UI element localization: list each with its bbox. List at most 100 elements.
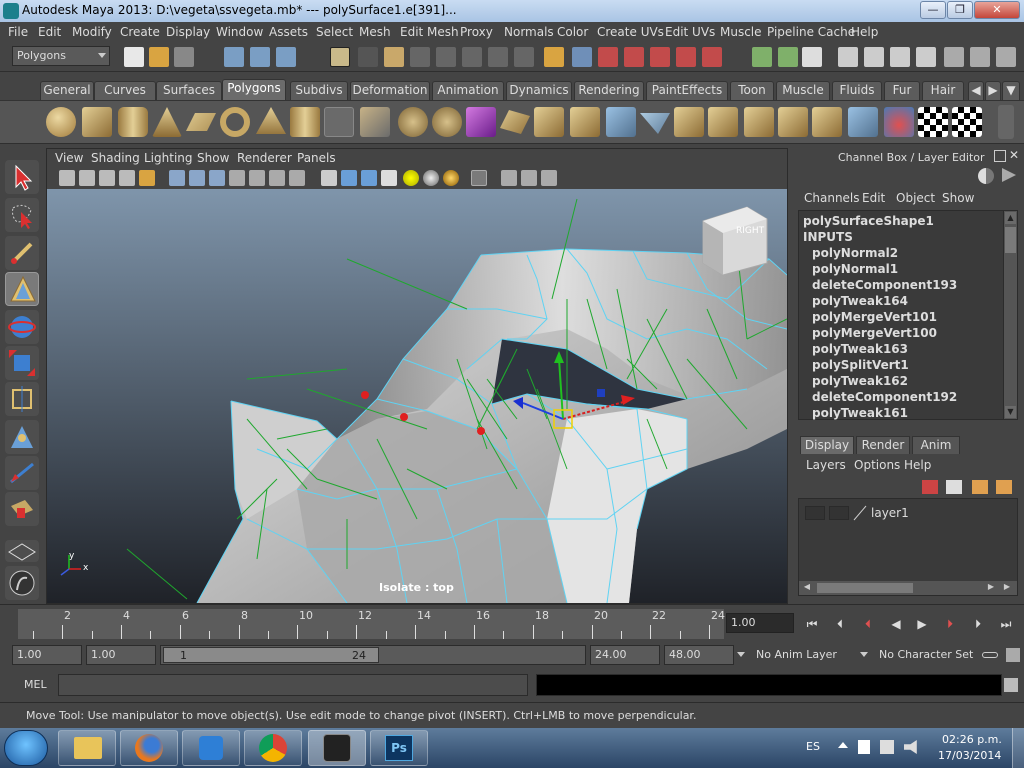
snap-point-icon[interactable] xyxy=(624,47,644,67)
playback-range-bar[interactable]: 1 24 xyxy=(160,645,586,665)
taskbar-chrome[interactable] xyxy=(244,730,302,766)
select-camera-icon[interactable] xyxy=(59,170,75,186)
tab-toon[interactable]: Toon xyxy=(730,81,774,100)
taskbar-explorer[interactable] xyxy=(58,730,116,766)
poly-pipe-icon[interactable] xyxy=(290,107,320,137)
menu-help[interactable]: Help xyxy=(851,25,878,39)
image-plane-icon[interactable] xyxy=(119,170,135,186)
menu-muscle[interactable]: Muscle xyxy=(720,25,762,39)
scale-tool-icon[interactable] xyxy=(5,346,39,380)
step-back-frame-icon[interactable]: ⏴ xyxy=(832,617,848,631)
animation-end-field[interactable]: 48.00 xyxy=(664,645,734,665)
layer-visibility-toggle[interactable] xyxy=(805,506,825,520)
show-desktop-button[interactable] xyxy=(1012,728,1024,768)
bevel-icon[interactable] xyxy=(812,107,842,137)
history-toggle-icon[interactable] xyxy=(802,47,822,67)
select-by-edge-icon[interactable] xyxy=(384,47,404,67)
mel-label[interactable]: MEL xyxy=(24,678,47,691)
cb-menu-object[interactable]: Object xyxy=(896,191,935,205)
shelf-options-icon[interactable] xyxy=(998,105,1014,139)
viewport-menu-shading[interactable]: Shading xyxy=(91,151,140,165)
tab-subdivs[interactable]: Subdivs xyxy=(290,81,348,100)
poly-plane-icon[interactable] xyxy=(186,113,216,131)
use-all-lights-icon[interactable] xyxy=(403,170,419,186)
two-d-pan-zoom-icon[interactable] xyxy=(139,170,155,186)
render-settings-icon[interactable] xyxy=(916,47,936,67)
layer-menu-layers[interactable]: Layers xyxy=(806,458,846,472)
menu-create[interactable]: Create xyxy=(120,25,160,39)
play-backwards-icon[interactable]: ◀ xyxy=(888,617,904,631)
sculpt-geometry-icon[interactable] xyxy=(884,107,914,137)
open-scene-icon[interactable] xyxy=(149,47,169,67)
perspective-viewport[interactable]: View Shading Lighting Show Renderer Pane… xyxy=(46,148,788,604)
magnet-icon[interactable] xyxy=(702,47,722,67)
select-by-point-icon[interactable] xyxy=(358,47,378,67)
input-node[interactable]: polyNormal1 xyxy=(812,262,898,276)
channel-list[interactable]: polySurfaceShape1 INPUTS polyNormal2 pol… xyxy=(798,210,1018,420)
poly-helix-icon[interactable] xyxy=(324,107,354,137)
input-node[interactable]: polyTweak164 xyxy=(812,294,908,308)
new-layer-icon[interactable] xyxy=(946,480,962,494)
cb-menu-channels[interactable]: Channels xyxy=(804,191,860,205)
menu-modify[interactable]: Modify xyxy=(72,25,112,39)
input-node[interactable]: polyTweak163 xyxy=(812,342,908,356)
menu-proxy[interactable]: Proxy xyxy=(460,25,493,39)
split-polygon-icon[interactable] xyxy=(708,107,738,137)
viewport-menu-panels[interactable]: Panels xyxy=(297,151,336,165)
viewport-menu-show[interactable]: Show xyxy=(197,151,229,165)
input-node[interactable]: polyMergeVert100 xyxy=(812,326,937,340)
select-by-face-icon[interactable] xyxy=(410,47,430,67)
close-button[interactable]: ✕ xyxy=(974,1,1020,19)
tab-anim[interactable]: Anim xyxy=(912,436,960,454)
character-set-dropdown[interactable]: No Character Set xyxy=(875,645,979,665)
fill-hole-icon[interactable] xyxy=(570,107,600,137)
checker-texture-icon[interactable] xyxy=(918,107,948,137)
viewport-menu-view[interactable]: View xyxy=(55,151,83,165)
extract-icon[interactable] xyxy=(432,107,462,137)
input-output-icon[interactable] xyxy=(752,47,772,67)
tab-animation[interactable]: Animation xyxy=(432,81,504,100)
play-forwards-icon[interactable]: ▶ xyxy=(914,617,930,631)
construction-history-icon[interactable] xyxy=(778,47,798,67)
gate-mask-icon[interactable] xyxy=(229,170,245,186)
playback-end-field[interactable]: 24.00 xyxy=(590,645,660,665)
render-view-icon[interactable] xyxy=(838,47,858,67)
shape-node[interactable]: polySurfaceShape1 xyxy=(803,214,934,228)
planar-mapping-icon[interactable] xyxy=(848,107,878,137)
menu-pipeline-cache[interactable]: Pipeline Cache xyxy=(767,25,855,39)
character-set-chevron-icon[interactable] xyxy=(860,652,868,657)
tab-curves[interactable]: Curves xyxy=(94,81,156,100)
shelf-scroll-right-icon[interactable]: ▶ xyxy=(985,81,1001,100)
anim-layer-chevron-icon[interactable] xyxy=(737,652,745,657)
action-center-flag-icon[interactable] xyxy=(858,740,870,754)
rotate-tool-icon[interactable] xyxy=(5,310,39,344)
smooth-icon[interactable] xyxy=(500,110,530,134)
taskbar-firefox[interactable] xyxy=(120,730,178,766)
poly-sphere-icon[interactable] xyxy=(46,107,76,137)
scroll-right-icon[interactable]: ▶ xyxy=(985,582,997,594)
insert-edge-loop-icon[interactable] xyxy=(744,107,774,137)
grid-icon[interactable] xyxy=(169,170,185,186)
save-scene-icon[interactable] xyxy=(174,47,194,67)
tab-hair[interactable]: Hair xyxy=(922,81,964,100)
tab-general[interactable]: General xyxy=(40,81,94,100)
start-button[interactable] xyxy=(4,730,48,766)
xray-joints-icon[interactable] xyxy=(521,170,537,186)
layer-list[interactable]: layer1 ◀ ▶ ▶ xyxy=(798,498,1018,596)
menu-edit-mesh[interactable]: Edit Mesh xyxy=(400,25,459,39)
offset-edge-loop-icon[interactable] xyxy=(778,107,808,137)
current-frame-field[interactable]: 1.00 xyxy=(726,613,794,633)
safe-title-icon[interactable] xyxy=(289,170,305,186)
field-chart-icon[interactable] xyxy=(249,170,265,186)
channel-box-toggle-icon[interactable] xyxy=(978,168,994,184)
poly-cube-icon[interactable] xyxy=(82,107,112,137)
quick-layout-single-icon[interactable] xyxy=(5,540,39,562)
select-hierarchy-icon[interactable] xyxy=(224,47,244,67)
tab-fur[interactable]: Fur xyxy=(884,81,920,100)
menu-assets[interactable]: Assets xyxy=(269,25,308,39)
snap-grid-icon[interactable] xyxy=(572,47,592,67)
boolean-icon[interactable] xyxy=(466,107,496,137)
clock-time[interactable]: 02:26 p.m. xyxy=(942,733,1002,746)
viewport-menu-lighting[interactable]: Lighting xyxy=(144,151,193,165)
render-current-icon[interactable] xyxy=(864,47,884,67)
